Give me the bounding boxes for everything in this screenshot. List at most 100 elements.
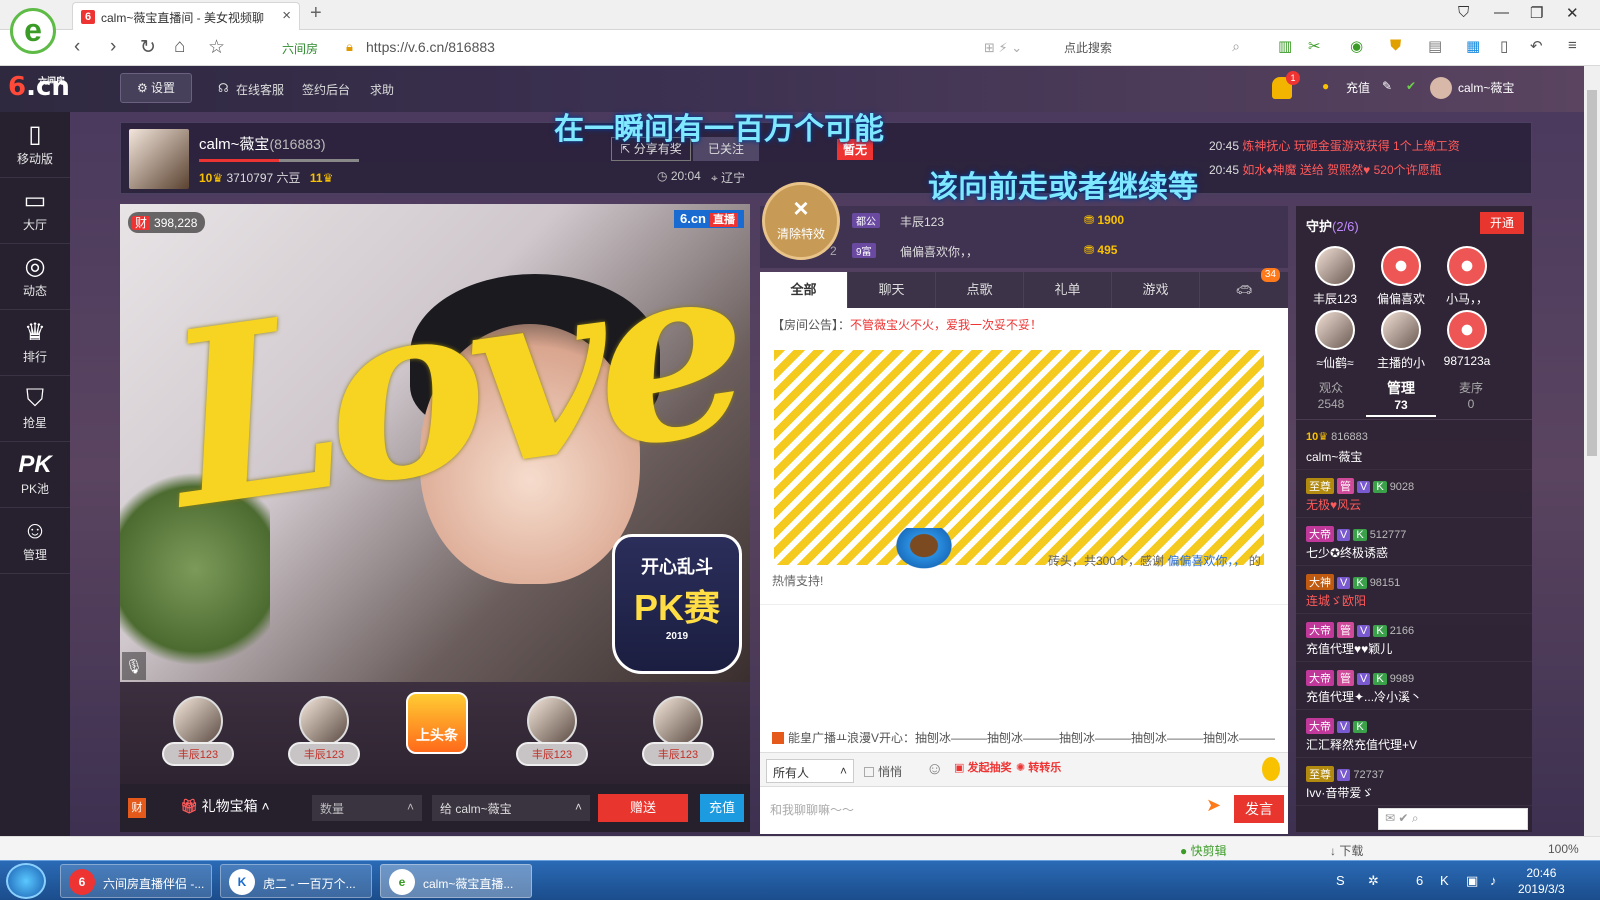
settings-button[interactable]: ⚙ 设置: [120, 73, 192, 103]
fan-seat[interactable]: 丰辰123: [504, 696, 600, 776]
browser-logo-icon[interactable]: e: [10, 8, 56, 54]
clear-effects-button[interactable]: × 清除特效: [762, 182, 840, 260]
paper-plane-icon[interactable]: ➤: [1206, 795, 1221, 816]
recharge-button[interactable]: 充值: [700, 794, 744, 822]
tab-managers[interactable]: 管理 73: [1366, 380, 1436, 417]
search-icon[interactable]: ⌕: [1232, 38, 1240, 55]
guard-member[interactable]: 丰辰123: [1302, 246, 1368, 307]
guard-member[interactable]: 偏偏喜欢: [1368, 246, 1434, 307]
url-text[interactable]: https://v.6.cn/816883: [366, 39, 495, 55]
rank-row[interactable]: 2 9富 偏偏喜欢你，， ⛃ 495: [760, 236, 1288, 266]
undo-icon[interactable]: ↶: [1530, 37, 1543, 55]
wealth-icon[interactable]: 财: [128, 798, 146, 818]
volume-icon[interactable]: ♪: [1490, 873, 1497, 888]
gift-box-button[interactable]: 🎁︎ 礼物宝箱 ˄: [180, 796, 270, 816]
user-row[interactable]: 至尊管 V K 9028 无极♥风云: [1296, 470, 1532, 518]
tab-car[interactable]: 🚗︎ 34: [1200, 268, 1288, 308]
user-row[interactable]: 大神 V K 98151 连城ゞ欧阳: [1296, 566, 1532, 614]
pk-event-badge[interactable]: 开心乱斗 PK赛 2019: [612, 534, 742, 674]
link-customer-service[interactable]: 在线客服: [236, 81, 284, 98]
recharge-link[interactable]: 充值: [1346, 79, 1370, 96]
download-button[interactable]: ↓ 下载: [1330, 842, 1363, 859]
user-row[interactable]: 至尊 V 72737 Ivv·音带爱ゞ: [1296, 758, 1532, 806]
kugou-tray-icon[interactable]: K: [1440, 873, 1449, 888]
user-name[interactable]: calm~薇宝: [1458, 79, 1514, 96]
user-row[interactable]: 大帝 V K 汇汇释然充值代理+V: [1296, 710, 1532, 758]
sidebar-item-pk[interactable]: PK PK池: [0, 442, 70, 508]
start-button[interactable]: [6, 863, 46, 899]
menu-icon[interactable]: ≡: [1568, 37, 1577, 54]
restore-icon[interactable]: ❐: [1530, 4, 1543, 22]
user-list[interactable]: 10♛ 816883 calm~薇宝 至尊管 V K 9028 无极♥风云 大帝 V K 51277…: [1296, 422, 1532, 832]
open-guard-button[interactable]: 开通: [1480, 212, 1524, 234]
quantity-select[interactable]: 数量 ˄: [312, 795, 422, 821]
mail-icon[interactable]: ✉: [1385, 811, 1395, 825]
user-row[interactable]: 大帝 V K 512777 七少✪终极诱惑: [1296, 518, 1532, 566]
sidebar-item-star[interactable]: ⛉ 抢星: [0, 376, 70, 442]
chat-messages-lower[interactable]: 能皇广播ㅛ浪漫V开心：抽刨冰———抽刨冰———抽刨冰———抽刨冰———抽刨冰——…: [760, 604, 1288, 752]
tab-audience[interactable]: 观众 2548: [1296, 380, 1366, 412]
fan-seat[interactable]: 丰辰123: [276, 696, 372, 776]
browser-tab[interactable]: 6 calm~薇宝直播间 - 美女视频聊 ×: [72, 2, 300, 30]
lottery-button[interactable]: ▣ 发起抽奖: [954, 759, 1011, 775]
guard-member[interactable]: ≈仙鹤≈: [1302, 310, 1368, 371]
six-cn-tray-icon[interactable]: 6: [1416, 873, 1423, 888]
image-icon[interactable]: ▤: [1428, 37, 1442, 55]
close-window-icon[interactable]: ✕: [1566, 4, 1579, 22]
favorite-star-icon[interactable]: ☆: [208, 36, 225, 59]
scissors-icon[interactable]: ✂: [1308, 37, 1321, 55]
user-row[interactable]: 大帝管 V K 9989 充值代理✦...冷小溪丶: [1296, 662, 1532, 710]
mic-icon[interactable]: 🎙︎: [122, 652, 146, 680]
edit-icon[interactable]: ✎: [1382, 79, 1392, 93]
scrollbar-thumb[interactable]: [1587, 90, 1597, 456]
globe-icon[interactable]: ◉: [1350, 37, 1363, 55]
golden-egg-icon[interactable]: [1262, 757, 1280, 781]
refresh-icon[interactable]: ↻: [140, 36, 156, 59]
tab-games[interactable]: 游戏: [1112, 272, 1200, 308]
recipient-select[interactable]: 给 calm~薇宝 ˄: [432, 795, 590, 821]
guard-member[interactable]: 小马，，: [1434, 246, 1500, 307]
search-input[interactable]: 点此搜索 ⌕: [1056, 35, 1248, 61]
new-tab-button[interactable]: +: [310, 2, 322, 25]
user-avatar[interactable]: [1430, 77, 1452, 99]
taskbar-item[interactable]: K 虎二 - 一百万个...: [220, 864, 372, 898]
tab-chat[interactable]: 聊天: [848, 272, 936, 308]
site-logo[interactable]: 6.cn 六间房: [8, 72, 70, 102]
minimize-icon[interactable]: —: [1494, 4, 1509, 21]
zoom-level[interactable]: 100%: [1548, 842, 1579, 856]
page-scrollbar[interactable]: [1584, 66, 1600, 836]
taskbar-item[interactable]: 6 六间房直播伴侣 -...: [60, 864, 212, 898]
taskbar-item[interactable]: e calm~薇宝直播...: [380, 864, 532, 898]
send-gift-button[interactable]: 赠送: [598, 794, 688, 822]
home-icon[interactable]: ⌂: [174, 36, 185, 58]
guard-member[interactable]: 987123a: [1434, 310, 1500, 368]
tab-gifts[interactable]: 礼单: [1024, 272, 1112, 308]
network-icon[interactable]: ▣: [1466, 873, 1478, 889]
system-clock[interactable]: 20:46 2019/3/3: [1518, 865, 1565, 897]
sidebar-item-rank[interactable]: ♛ 排行: [0, 310, 70, 376]
tab-all[interactable]: 全部: [760, 272, 848, 308]
shield-icon[interactable]: ⛊: [1390, 37, 1401, 54]
sidebar-item-admin[interactable]: ☺ 管理: [0, 508, 70, 574]
back-icon[interactable]: ‹: [74, 36, 80, 58]
qr-lightning-icon[interactable]: ⊞ ⚡ ⌄: [984, 40, 1022, 56]
chat-messages[interactable]: 【房间公告】：不管薇宝火不火，爱我一次妥不妥！ 砖头，共300个，感谢 偏偏喜欢…: [760, 308, 1288, 604]
tab-song[interactable]: 点歌: [936, 272, 1024, 308]
spin-button[interactable]: ✺ 转转乐: [1016, 759, 1061, 775]
forward-icon[interactable]: ›: [110, 36, 116, 58]
phone-icon[interactable]: ▯: [1500, 37, 1508, 55]
send-message-button[interactable]: 发言: [1234, 795, 1284, 823]
link-help[interactable]: 求助: [370, 81, 394, 98]
sidebar-item-feed[interactable]: ◎ 动态: [0, 244, 70, 310]
user-row[interactable]: 10♛ 816883 calm~薇宝: [1296, 422, 1532, 470]
headline-button[interactable]: 上头条: [406, 692, 468, 754]
emoji-icon[interactable]: ☺: [926, 759, 943, 779]
apps-grid-icon[interactable]: ▦: [1466, 37, 1480, 55]
chat-input[interactable]: 和我聊聊嘛～～: [766, 797, 1206, 823]
zoom-icon[interactable]: ⌕: [1412, 811, 1419, 825]
tab-mic-queue[interactable]: 麦序 0: [1436, 380, 1506, 412]
shirt-skin-icon[interactable]: ⛉: [1458, 4, 1469, 21]
chat-target-select[interactable]: 所有人 ˄: [766, 759, 854, 783]
ime-icon[interactable]: S: [1336, 873, 1345, 888]
link-sign-backend[interactable]: 签约后台: [302, 81, 350, 98]
